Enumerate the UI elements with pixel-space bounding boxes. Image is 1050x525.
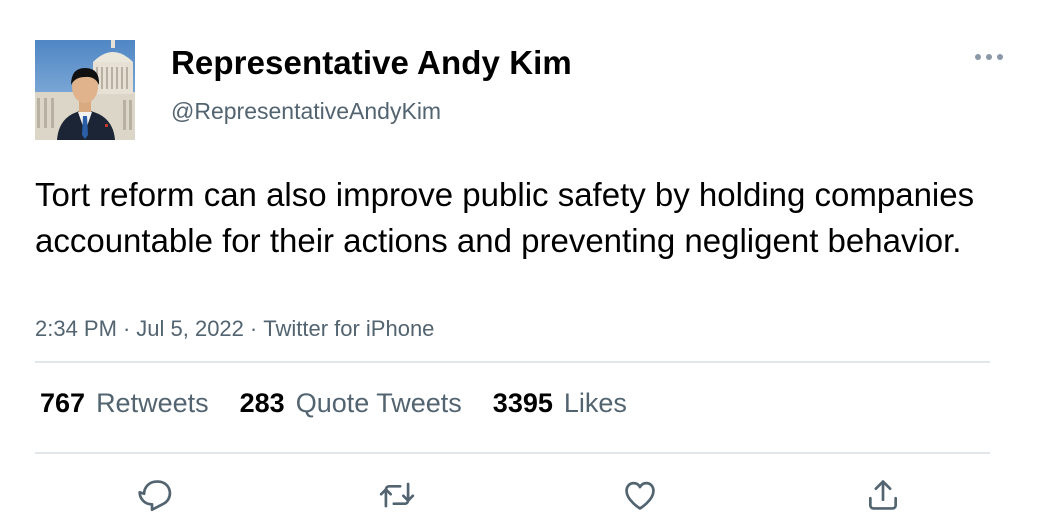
more-options-button[interactable] — [968, 44, 1010, 70]
retweet-button[interactable] — [372, 470, 422, 520]
profile-photo-icon — [35, 40, 135, 140]
tweet-text: Tort reform can also improve public safe… — [35, 176, 975, 259]
action-bar — [0, 470, 1050, 520]
reply-icon — [138, 480, 172, 512]
quote-tweets-label: Quote Tweets — [295, 388, 462, 418]
author-display-name[interactable]: Representative Andy Kim — [171, 44, 572, 82]
quote-tweets-count: 283 — [239, 388, 285, 418]
share-icon — [868, 480, 898, 510]
tweet-source[interactable]: Twitter for iPhone — [263, 316, 434, 341]
like-icon — [625, 481, 655, 510]
retweets-label: Retweets — [96, 388, 209, 418]
divider — [35, 452, 990, 454]
divider — [35, 361, 990, 363]
like-button[interactable] — [615, 470, 665, 520]
tweet-date[interactable]: Jul 5, 2022 — [136, 316, 244, 341]
avatar[interactable] — [35, 40, 135, 140]
tweet-card: Representative Andy Kim @RepresentativeA… — [0, 0, 1050, 525]
tweet-time[interactable]: 2:34 PM — [35, 316, 117, 341]
retweet-icon — [379, 482, 415, 508]
share-button[interactable] — [858, 470, 908, 520]
likes-stat[interactable]: 3395 Likes — [493, 388, 627, 419]
more-icon — [975, 54, 1003, 60]
separator: · — [122, 316, 131, 341]
retweets-count: 767 — [40, 388, 86, 418]
author-handle[interactable]: @RepresentativeAndyKim — [171, 98, 441, 125]
separator: · — [249, 316, 258, 341]
likes-count: 3395 — [492, 388, 553, 418]
reply-button[interactable] — [131, 470, 181, 520]
likes-label: Likes — [563, 388, 627, 418]
tweet-metadata: 2:34 PM · Jul 5, 2022 · Twitter for iPhone — [35, 316, 434, 342]
engagement-stats: 767 Retweets 283 Quote Tweets 3395 Likes — [40, 388, 627, 422]
quote-tweets-stat[interactable]: 283 Quote Tweets — [240, 388, 462, 419]
retweets-stat[interactable]: 767 Retweets — [40, 388, 209, 419]
